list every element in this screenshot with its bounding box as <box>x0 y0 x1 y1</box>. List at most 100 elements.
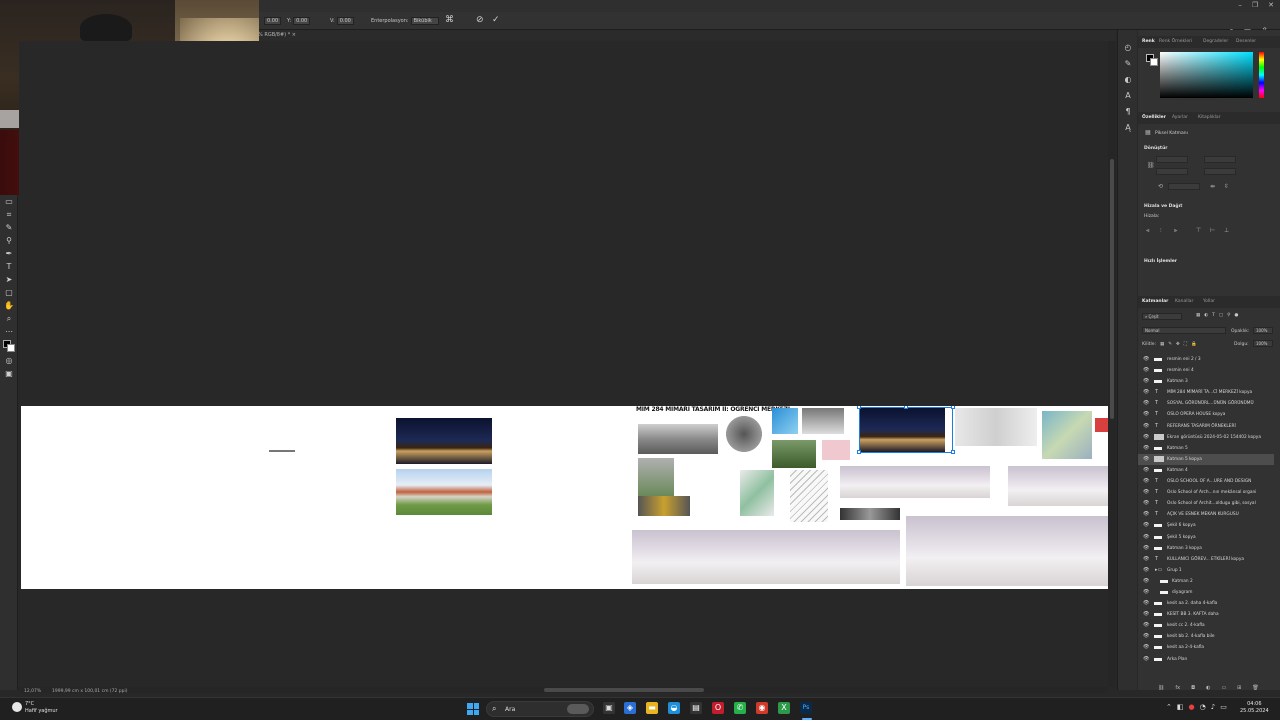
transform-handle-br[interactable] <box>951 450 955 454</box>
interpolation-field[interactable]: Enterpolasyon: Bikübik <box>371 17 439 25</box>
transform-section-label[interactable]: Dönüştür <box>1144 146 1168 151</box>
layer-row[interactable]: 👁 resmin eni 2 / 3 <box>1138 354 1274 365</box>
day-render-image[interactable] <box>396 469 492 515</box>
new-layer-icon[interactable]: ⊞ <box>1237 685 1241 691</box>
opacity-field[interactable]: 100% <box>1253 327 1273 334</box>
visibility-eye-icon[interactable]: 👁 <box>1143 354 1149 365</box>
transform-handle-tm[interactable] <box>904 406 908 409</box>
vertical-scroll-thumb[interactable] <box>1110 159 1114 419</box>
recording-icon[interactable]: ● <box>1189 703 1195 711</box>
visibility-eye-icon[interactable]: 👁 <box>1143 598 1149 609</box>
v-field[interactable]: V: 0.00 <box>330 17 354 25</box>
layer-row[interactable]: 👁 Katman 5 <box>1138 443 1274 454</box>
tab-ozellikler[interactable]: Özellikler <box>1142 115 1166 120</box>
layer-row[interactable]: 👁 kesit bb 2. 4-kafla bile <box>1138 631 1274 642</box>
tray-chevron-icon[interactable]: ⌃ <box>1166 703 1172 711</box>
link-layers-icon[interactable]: ⛓ <box>1158 685 1164 691</box>
canvas-area[interactable] <box>19 41 1108 687</box>
x-value[interactable]: 0.00 <box>264 17 282 25</box>
layer-row[interactable]: 👁 Katman 5 kopya <box>1138 453 1274 465</box>
layer-row[interactable]: 👁 T Oslo School of Arch...nın mekânsal org… <box>1138 487 1274 498</box>
layer-row[interactable]: 👁 T KULLANICI GÖREV... ETKİLERİ kopya <box>1138 554 1274 565</box>
photoshop-app-icon[interactable]: Ps <box>800 702 812 714</box>
history-icon[interactable]: ◴ <box>1118 40 1138 56</box>
visibility-eye-icon[interactable]: 👁 <box>1143 543 1149 554</box>
visibility-eye-icon[interactable]: 👁 <box>1143 609 1149 620</box>
transform-handle-bl[interactable] <box>857 450 861 454</box>
tab-ayarlar[interactable]: Ayarlar <box>1172 115 1188 120</box>
x-position-field[interactable] <box>1156 168 1188 175</box>
x-field[interactable]: 0.00 <box>262 17 282 25</box>
taskbar-search[interactable]: ⌕ Ara <box>486 701 594 717</box>
layer-row[interactable]: 👁 T SOSYAL GÖRÜNÜRL...ÜNÜN GÖRÜNÜMÜ <box>1138 398 1274 409</box>
link-icon[interactable]: ⛓ <box>1147 162 1155 169</box>
file-explorer-icon[interactable]: ▬ <box>646 702 658 714</box>
visibility-eye-icon[interactable]: 👁 <box>1143 498 1149 509</box>
layer-filter-select[interactable]: ⌕ Çeşit <box>1142 313 1182 320</box>
visibility-eye-icon[interactable]: 👁 <box>1143 554 1149 565</box>
visibility-eye-icon[interactable]: 👁 <box>1143 376 1149 387</box>
stamp-tool-icon[interactable]: ⚲ <box>0 234 18 247</box>
tab-renk-ornekleri[interactable]: Renk Örnekleri <box>1159 39 1192 44</box>
layer-row[interactable]: 👁 Katman 4 <box>1138 465 1274 476</box>
layer-filter-icons[interactable]: ▦◐T▢⚲● <box>1196 313 1242 318</box>
vertical-scrollbar[interactable] <box>1108 41 1116 687</box>
clock[interactable]: 04:06 25.05.2024 <box>1240 701 1269 715</box>
paragraph-icon[interactable]: ¶ <box>1118 104 1138 120</box>
height-field[interactable] <box>1204 156 1236 163</box>
layer-row[interactable]: 👁 Katman 3 kopya <box>1138 543 1274 554</box>
cancel-transform-icon[interactable]: ⊘ <box>476 15 484 25</box>
interpolation-select[interactable]: Bikübik <box>410 17 439 25</box>
character-icon[interactable]: A <box>1118 88 1138 104</box>
tab-kitapliklar[interactable]: Kitaplıklar <box>1198 115 1221 120</box>
delete-layer-icon[interactable]: 🗑 <box>1252 685 1258 691</box>
volume-icon[interactable]: ♪ <box>1211 703 1215 711</box>
align-bottom-icon[interactable]: ⊥ <box>1224 227 1229 234</box>
layer-row[interactable]: 👁 Arka Plan <box>1138 654 1274 665</box>
shape-tool-icon[interactable]: ▢ <box>0 286 18 299</box>
quick-mask-icon[interactable]: ◎ <box>0 354 18 367</box>
flip-horizontal-icon[interactable]: ⇹ <box>1210 183 1215 190</box>
visibility-eye-icon[interactable]: 👁 <box>1143 443 1149 454</box>
visibility-eye-icon[interactable]: 👁 <box>1143 587 1149 598</box>
visibility-eye-icon[interactable]: 👁 <box>1143 365 1149 376</box>
visibility-eye-icon[interactable]: 👁 <box>1143 642 1149 653</box>
edge-browser-icon[interactable]: ◒ <box>668 702 680 714</box>
align-left-icon[interactable]: ⫷ <box>1146 227 1149 235</box>
adjustments-icon[interactable]: ◐ <box>1118 72 1138 88</box>
lock-icons[interactable]: ▦✎✥⛶🔒 <box>1160 341 1201 347</box>
add-mask-icon[interactable]: ◘ <box>1191 685 1195 691</box>
more-tools-icon[interactable]: ⋯ <box>0 325 18 338</box>
layer-row[interactable]: 👁 Katman 2 <box>1138 576 1274 587</box>
layer-row[interactable]: 👁 ▸▭ Grup 1 <box>1138 565 1274 576</box>
rotation-field[interactable] <box>1168 183 1200 190</box>
restore-button[interactable]: ❐ <box>1252 1 1258 9</box>
visibility-eye-icon[interactable]: 👁 <box>1143 432 1149 443</box>
zoom-level[interactable]: 12,07% <box>24 689 41 694</box>
layer-row[interactable]: 👁 T OSLO OPERA HOUSE kopya <box>1138 409 1274 420</box>
rotate-icon[interactable]: ⟲ <box>1158 183 1163 190</box>
color-picker-field[interactable] <box>1160 52 1253 98</box>
document-canvas[interactable]: MİM 284 MİMARİ TASARIM II: ÖĞRENCİ MERKE… <box>21 406 1108 589</box>
store-app-icon[interactable]: ▤ <box>690 702 702 714</box>
tab-desenler[interactable]: Desenler <box>1236 39 1256 44</box>
opera-browser-icon[interactable]: O <box>712 702 724 714</box>
y-field[interactable]: Y: 0.00 <box>287 17 311 25</box>
visibility-eye-icon[interactable]: 👁 <box>1143 398 1149 409</box>
document-tab[interactable]: % RGB/8#) * × <box>258 32 296 38</box>
type-tool-icon[interactable]: T <box>0 260 18 273</box>
glyphs-icon[interactable]: Ą <box>1118 120 1138 136</box>
screen-mode-icon[interactable]: ▣ <box>0 367 18 380</box>
layer-row[interactable]: 👁 diyagram <box>1138 587 1274 598</box>
brush-settings-icon[interactable]: ✎ <box>1118 56 1138 72</box>
crop-tool-icon[interactable]: ⌗ <box>0 208 18 221</box>
tab-yollar[interactable]: Yollar <box>1203 299 1215 304</box>
layer-row[interactable]: 👁 Ekran görüntüsü 2024-05-02 154402 kopya <box>1138 432 1274 443</box>
tab-kanallar[interactable]: Kanallar <box>1175 299 1193 304</box>
visibility-eye-icon[interactable]: 👁 <box>1143 565 1149 576</box>
background-color[interactable] <box>7 344 15 352</box>
align-top-icon[interactable]: ⊤ <box>1196 227 1201 234</box>
quick-actions-label[interactable]: Hızlı İşlemler <box>1144 259 1177 264</box>
transform-handle-tl[interactable] <box>857 406 861 409</box>
layer-row[interactable]: 👁 T AÇIK VE ESNEK MEKAN KURGUSU <box>1138 509 1274 520</box>
